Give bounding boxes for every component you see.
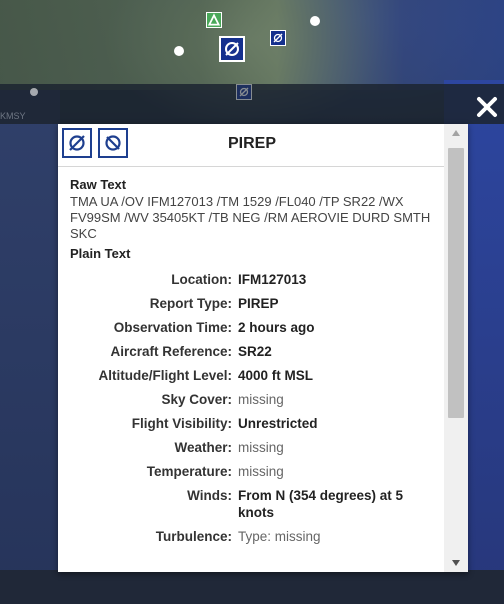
map-edge-label: KMSY: [0, 111, 26, 121]
pirep-marker[interactable]: [270, 30, 286, 46]
scroll-down-button[interactable]: [444, 554, 468, 572]
field-value: 2 hours ago: [238, 320, 315, 335]
field-label: Turbulence:: [155, 529, 232, 544]
field-row-observation-time: Observation Time: 2 hours ago: [58, 319, 444, 336]
field-row-altitude: Altitude/Flight Level: 4000 ft MSL: [58, 367, 444, 384]
pirep-icon-button[interactable]: [62, 128, 92, 158]
field-label: Temperature:: [146, 464, 232, 479]
pirep-null-icon: [225, 42, 239, 56]
triangle-down-icon: [452, 560, 460, 566]
field-row-winds: Winds: From N (354 degrees) at 5 knots: [58, 487, 444, 521]
field-label: Observation Time:: [113, 320, 232, 335]
pirep-null-icon: [105, 135, 121, 151]
popup-content: PIREP Raw Text TMA UA /OV IFM127013 /TM …: [58, 124, 444, 572]
field-value: Type: missing: [238, 529, 321, 544]
field-row-aircraft-reference: Aircraft Reference: SR22: [58, 343, 444, 360]
scrollbar-thumb[interactable]: [448, 148, 464, 418]
raw-text: TMA UA /OV IFM127013 /TM 1529 /FL040 /TP…: [70, 194, 431, 241]
map-overlay-band: [0, 84, 504, 124]
station-dot[interactable]: [30, 88, 38, 96]
station-dot[interactable]: [310, 16, 320, 26]
field-value: missing: [238, 392, 284, 407]
field-value: IFM127013: [238, 272, 307, 287]
map-bottom-strip: [0, 570, 504, 604]
field-value: missing: [238, 440, 284, 455]
field-row-temperature: Temperature: missing: [58, 463, 444, 480]
field-value: PIREP: [238, 296, 279, 311]
pirep-popup: PIREP Raw Text TMA UA /OV IFM127013 /TM …: [58, 124, 468, 572]
plain-text-heading: Plain Text: [70, 246, 131, 261]
close-button[interactable]: [474, 94, 500, 120]
popup-header: PIREP: [58, 124, 444, 167]
field-label: Location:: [171, 272, 232, 287]
field-label: Sky Cover:: [161, 392, 232, 407]
field-label: Aircraft Reference:: [110, 344, 232, 359]
field-value: From N (354 degrees) at 5 knots: [238, 488, 404, 520]
triangle-up-icon: [452, 130, 460, 136]
pirep-marker-green[interactable]: [206, 12, 222, 28]
field-label: Report Type:: [149, 296, 232, 311]
close-icon: [477, 97, 497, 117]
field-label: Altitude/Flight Level:: [98, 368, 233, 383]
station-dot[interactable]: [174, 46, 184, 56]
field-row-report-type: Report Type: PIREP: [58, 295, 444, 312]
field-value: SR22: [238, 344, 272, 359]
popup-scrollbar[interactable]: [444, 124, 468, 572]
field-value: missing: [238, 464, 284, 479]
pirep-marker[interactable]: [219, 36, 245, 62]
map-land: [0, 0, 504, 90]
field-label: Winds:: [187, 488, 232, 503]
field-row-flight-visibility: Flight Visibility: Unrestricted: [58, 415, 444, 432]
field-value: Unrestricted: [238, 416, 318, 431]
pirep-marker[interactable]: [236, 84, 252, 100]
pirep-null-icon: [239, 87, 249, 97]
scroll-up-button[interactable]: [444, 124, 468, 142]
field-label: Flight Visibility:: [131, 416, 232, 431]
popup-title: PIREP: [228, 135, 277, 152]
pirep-icon: [69, 135, 85, 151]
raw-text-heading: Raw Text: [70, 177, 127, 192]
field-row-sky-cover: Sky Cover: missing: [58, 391, 444, 408]
field-label: Weather:: [174, 440, 232, 455]
field-value: 4000 ft MSL: [238, 368, 314, 383]
map-water-west: [0, 90, 60, 604]
pirep-null-icon-button[interactable]: [98, 128, 128, 158]
field-row-weather: Weather: missing: [58, 439, 444, 456]
plain-text-fields: Location: IFM127013 Report Type: PIREP O…: [58, 271, 444, 545]
triangle-icon: [207, 13, 221, 26]
field-row-turbulence: Turbulence: Type: missing: [58, 528, 444, 545]
field-row-location: Location: IFM127013: [58, 271, 444, 288]
pirep-null-icon: [273, 33, 283, 43]
